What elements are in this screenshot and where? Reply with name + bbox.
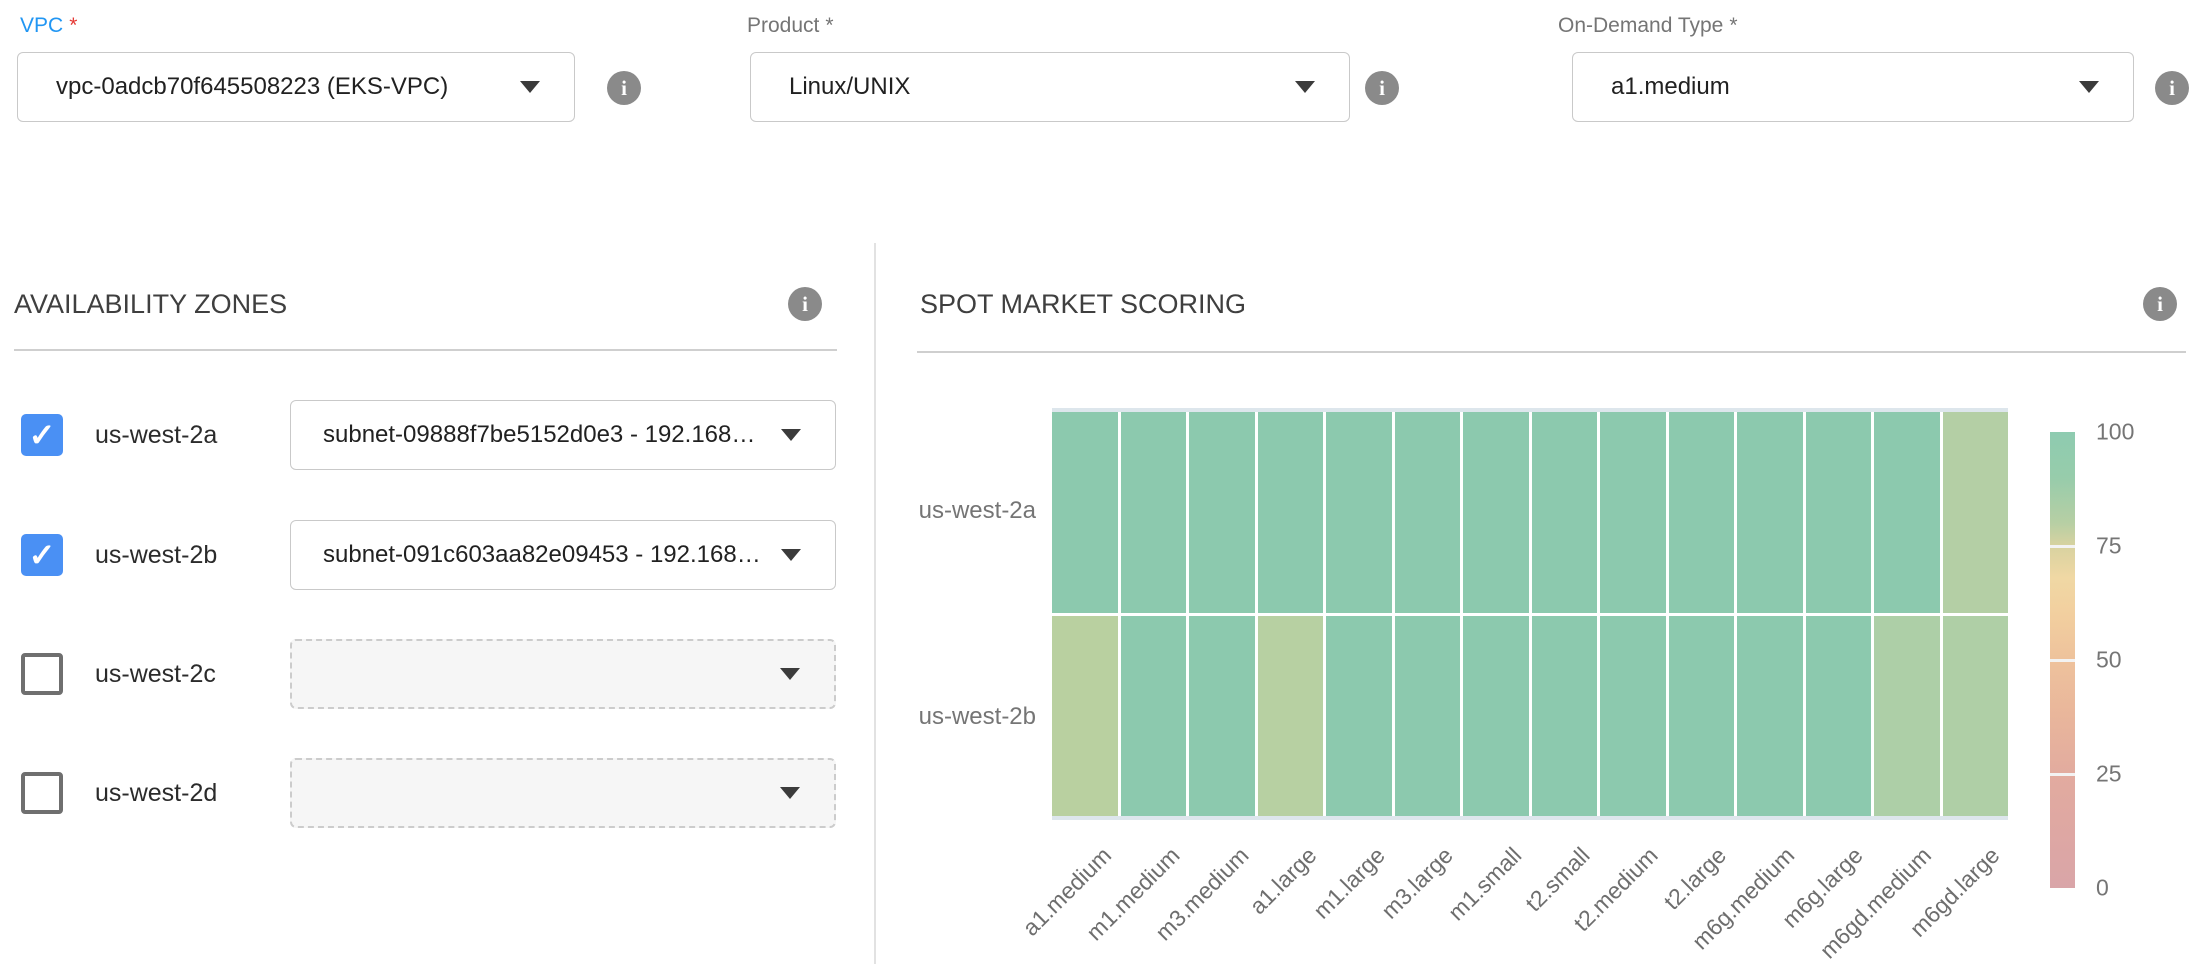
heatmap-cell-us-west-2b-m6g.large[interactable]	[1806, 616, 1872, 817]
vpc-label: VPC*	[20, 14, 77, 38]
chevron-down-icon	[781, 549, 801, 561]
availability-zones-info-icon[interactable]: i	[788, 287, 822, 321]
heatmap-cell-us-west-2b-m3.large[interactable]	[1395, 616, 1461, 817]
heatmap-cell-us-west-2b-m1.small[interactable]	[1463, 616, 1529, 817]
vpc-select[interactable]: vpc-0adcb70f645508223 (EKS-VPC)	[17, 52, 575, 122]
heatmap-cell-us-west-2b-t2.small[interactable]	[1532, 616, 1598, 817]
heatmap-cell-us-west-2a-m6g.large[interactable]	[1806, 412, 1872, 613]
vpc-select-value: vpc-0adcb70f645508223 (EKS-VPC)	[18, 73, 520, 101]
chevron-down-icon	[780, 668, 800, 680]
az-row-us-west-2c: us-west-2c	[14, 639, 836, 709]
colorbar-label-50: 50	[2096, 647, 2122, 674]
heatmap-cell-us-west-2a-m6gd.large[interactable]	[1943, 412, 2009, 613]
heatmap-cell-us-west-2a-m3.large[interactable]	[1395, 412, 1461, 613]
heatmap-cell-us-west-2b-a1.medium[interactable]	[1052, 616, 1118, 817]
heatmap-cell-us-west-2b-t2.medium[interactable]	[1600, 616, 1666, 817]
chevron-down-icon	[1295, 81, 1315, 93]
heatmap-cell-us-west-2a-t2.large[interactable]	[1669, 412, 1735, 613]
chevron-down-icon	[2079, 81, 2099, 93]
heatmap-cell-us-west-2a-a1.large[interactable]	[1258, 412, 1324, 613]
az-row-us-west-2a: ✓ us-west-2a subnet-09888f7be5152d0e3 - 19…	[14, 400, 836, 470]
spot-market-scoring-info-icon[interactable]: i	[2143, 287, 2177, 321]
product-label: Product*	[747, 14, 834, 38]
heatmap-cell-us-west-2a-a1.medium[interactable]	[1052, 412, 1118, 613]
heatmap-cell-us-west-2a-m3.medium[interactable]	[1189, 412, 1255, 613]
az-zone-label: us-west-2d	[95, 758, 217, 828]
heatmap-cell-us-west-2a-m1.small[interactable]	[1463, 412, 1529, 613]
vpc-info-icon[interactable]: i	[607, 71, 641, 105]
az-zone-label: us-west-2b	[95, 520, 217, 590]
az-checkbox-us-west-2b[interactable]: ✓	[21, 534, 63, 576]
spot-market-heatmap	[1052, 408, 2008, 820]
az-checkbox-us-west-2c[interactable]	[21, 653, 63, 695]
product-info-icon[interactable]: i	[1365, 71, 1399, 105]
colorbar-tick	[2050, 773, 2075, 776]
heatmap-cell-us-west-2b-m6g.medium[interactable]	[1737, 616, 1803, 817]
on-demand-type-info-icon[interactable]: i	[2155, 71, 2189, 105]
heatmap-cell-us-west-2b-m1.large[interactable]	[1326, 616, 1392, 817]
az-checkbox-us-west-2d[interactable]	[21, 772, 63, 814]
colorbar-label-0: 0	[2096, 875, 2109, 902]
colorbar-label-100: 100	[2096, 419, 2134, 446]
on-demand-type-select[interactable]: a1.medium	[1572, 52, 2134, 122]
az-zone-label: us-west-2c	[95, 639, 216, 709]
heatmap-colorbar	[2050, 432, 2075, 888]
product-select[interactable]: Linux/UNIX	[750, 52, 1350, 122]
heatmap-cell-us-west-2b-m6gd.medium[interactable]	[1874, 616, 1940, 817]
chevron-down-icon	[780, 787, 800, 799]
az-row-us-west-2b: ✓ us-west-2b subnet-091c603aa82e09453 - 19…	[14, 520, 836, 590]
product-select-value: Linux/UNIX	[751, 73, 1295, 101]
subnet-select-us-west-2d[interactable]	[290, 758, 836, 828]
heatmap-cell-us-west-2a-m6g.medium[interactable]	[1737, 412, 1803, 613]
az-zone-label: us-west-2a	[95, 400, 217, 470]
section-divider	[874, 243, 876, 964]
heatmap-cell-us-west-2a-t2.small[interactable]	[1532, 412, 1598, 613]
heatmap-cell-us-west-2a-m1.large[interactable]	[1326, 412, 1392, 613]
chevron-down-icon	[781, 429, 801, 441]
colorbar-tick	[2050, 659, 2075, 662]
availability-zones-rule	[14, 349, 837, 351]
heatmap-cell-us-west-2b-a1.large[interactable]	[1258, 616, 1324, 817]
heatmap-cell-us-west-2b-m3.medium[interactable]	[1189, 616, 1255, 817]
colorbar-label-75: 75	[2096, 533, 2122, 560]
availability-zones-title: AVAILABILITY ZONES	[14, 289, 287, 320]
heatmap-cell-us-west-2b-m1.medium[interactable]	[1121, 616, 1187, 817]
spot-market-scoring-rule	[917, 351, 2186, 353]
chevron-down-icon	[520, 81, 540, 93]
subnet-select-us-west-2b[interactable]: subnet-091c603aa82e09453 - 192.168…	[290, 520, 836, 590]
on-demand-type-label: On-Demand Type*	[1558, 14, 1738, 38]
heatmap-cell-us-west-2b-m6gd.large[interactable]	[1943, 616, 2009, 817]
colorbar-label-25: 25	[2096, 761, 2122, 788]
heatmap-cell-us-west-2a-m6gd.medium[interactable]	[1874, 412, 1940, 613]
on-demand-type-select-value: a1.medium	[1573, 73, 2079, 101]
heatmap-cell-us-west-2b-t2.large[interactable]	[1669, 616, 1735, 817]
spot-market-scoring-title: SPOT MARKET SCORING	[920, 289, 1246, 320]
subnet-select-value: subnet-09888f7be5152d0e3 - 192.168…	[291, 421, 781, 449]
heatmap-row-label-us-west-2b: us-west-2b	[836, 703, 1036, 731]
az-row-us-west-2d: us-west-2d	[14, 758, 836, 828]
subnet-select-us-west-2a[interactable]: subnet-09888f7be5152d0e3 - 192.168…	[290, 400, 836, 470]
az-checkbox-us-west-2a[interactable]: ✓	[21, 414, 63, 456]
heatmap-row-label-us-west-2a: us-west-2a	[836, 497, 1036, 525]
subnet-select-value: subnet-091c603aa82e09453 - 192.168…	[291, 541, 781, 569]
heatmap-cell-us-west-2a-m1.medium[interactable]	[1121, 412, 1187, 613]
colorbar-tick	[2050, 545, 2075, 548]
heatmap-cell-us-west-2a-t2.medium[interactable]	[1600, 412, 1666, 613]
subnet-select-us-west-2c[interactable]	[290, 639, 836, 709]
